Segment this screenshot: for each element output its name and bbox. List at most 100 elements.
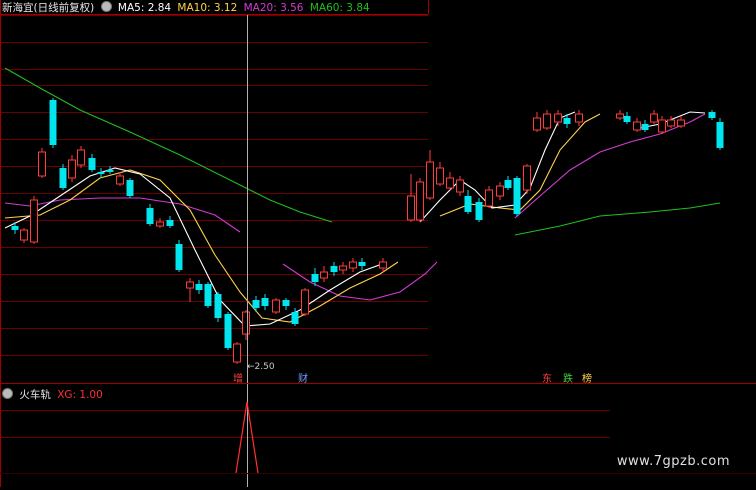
candle-body xyxy=(320,271,328,279)
candle-up xyxy=(320,266,328,282)
candle-body xyxy=(543,113,551,129)
candle-up xyxy=(272,298,280,314)
candle-body xyxy=(156,221,164,227)
candle-up xyxy=(436,162,444,186)
candle-body xyxy=(616,113,624,119)
kline-chart[interactable] xyxy=(0,0,756,487)
candle-body xyxy=(456,179,464,193)
candle-up xyxy=(426,150,434,200)
candle-body xyxy=(175,244,183,270)
candle-up xyxy=(633,118,641,132)
candle-body xyxy=(204,284,212,306)
candle-up xyxy=(667,116,675,128)
candle-down xyxy=(330,262,338,276)
candle-body xyxy=(261,298,269,306)
candle-body xyxy=(504,180,512,188)
candle-body xyxy=(623,116,631,122)
candle-up xyxy=(116,172,124,186)
candle-up xyxy=(616,110,624,120)
candle-up xyxy=(77,146,85,168)
indicator-value: XG: 1.00 xyxy=(57,389,103,401)
candle-up xyxy=(677,116,685,128)
settings-gear-icon[interactable] xyxy=(100,1,112,12)
candle-up xyxy=(575,110,583,126)
candle-body xyxy=(716,122,724,148)
event-marker-bang[interactable]: 榜 xyxy=(581,374,593,386)
candle-body xyxy=(523,165,531,191)
candle-down xyxy=(513,176,521,216)
candle-up xyxy=(68,155,76,182)
candle-up xyxy=(650,110,658,124)
candle-body xyxy=(575,113,583,123)
candle-up xyxy=(186,278,194,302)
candle-up xyxy=(533,112,541,132)
candle-down xyxy=(126,178,134,198)
candle-body xyxy=(252,300,260,308)
candle-body xyxy=(633,121,641,131)
candle-body xyxy=(272,299,280,313)
candle-up xyxy=(233,342,241,364)
candle-up xyxy=(543,110,551,130)
candle-body xyxy=(282,300,290,306)
candle-down xyxy=(708,110,716,120)
candle-up xyxy=(20,228,28,243)
event-marker-die[interactable]: 跌 xyxy=(562,374,574,386)
candle-down xyxy=(195,280,203,294)
ma20-polyline xyxy=(514,113,706,219)
ma10-label: MA10: 3.12 xyxy=(177,2,238,14)
event-marker-dong[interactable]: 东 xyxy=(541,374,553,386)
candle-up xyxy=(301,288,309,316)
candle-body xyxy=(554,113,562,123)
candle-body xyxy=(20,229,28,241)
ma20-label: MA20: 3.56 xyxy=(243,2,304,14)
candle-down xyxy=(261,294,269,310)
candle-up xyxy=(407,174,415,222)
event-marker-cai[interactable]: 财 xyxy=(297,374,309,386)
candle-down xyxy=(716,118,724,150)
candle-up xyxy=(156,218,164,228)
indicator-settings-icon[interactable] xyxy=(2,388,13,399)
candle-body xyxy=(224,314,232,348)
candle-body xyxy=(214,294,222,318)
candle-up xyxy=(523,164,531,194)
event-marker-zeng[interactable]: 增 xyxy=(232,374,244,386)
candle-body xyxy=(513,178,521,214)
chart-stage[interactable]: 新海宜(日线前复权) MA5: 2.84 MA10: 3.12 MA20: 3.… xyxy=(0,0,756,487)
candle-body xyxy=(68,159,76,179)
candle-up xyxy=(30,196,38,244)
candle-body xyxy=(30,199,38,243)
main-header: 新海宜(日线前复权) MA5: 2.84 MA10: 3.12 MA20: 3.… xyxy=(2,1,373,15)
candle-body xyxy=(233,343,241,363)
candle-down xyxy=(623,112,631,124)
candle-body xyxy=(641,124,649,130)
candle-body xyxy=(330,266,338,272)
watermark: www.7gpzb.com xyxy=(616,454,730,469)
candle-body xyxy=(195,284,203,290)
candle-body xyxy=(77,149,85,166)
candle-up xyxy=(242,310,250,340)
candle-up xyxy=(38,148,46,178)
candle-up xyxy=(658,116,666,134)
candle-body xyxy=(88,158,96,170)
ma60-polyline xyxy=(514,202,721,236)
candle-body xyxy=(677,119,685,127)
indicator-name: 火车轨 xyxy=(19,389,51,401)
candle-body xyxy=(166,220,174,226)
candle-up xyxy=(496,182,504,200)
candle-up xyxy=(446,172,454,190)
candle-up xyxy=(339,262,347,274)
candle-body xyxy=(126,180,134,196)
grid-lines xyxy=(0,0,756,487)
candle-body xyxy=(446,177,454,189)
stock-title: 新海宜(日线前复权) xyxy=(2,2,95,14)
candle-body xyxy=(658,119,666,133)
ma5-line xyxy=(4,111,706,327)
candle-down xyxy=(282,298,290,310)
candle-body xyxy=(426,161,434,199)
candle-body xyxy=(475,202,483,220)
indicator-header: 火车轨 XG: 1.00 xyxy=(2,388,106,402)
candle-body xyxy=(650,113,658,123)
candle-body xyxy=(49,100,57,145)
candle-body xyxy=(533,117,541,131)
candle-body xyxy=(116,175,124,185)
